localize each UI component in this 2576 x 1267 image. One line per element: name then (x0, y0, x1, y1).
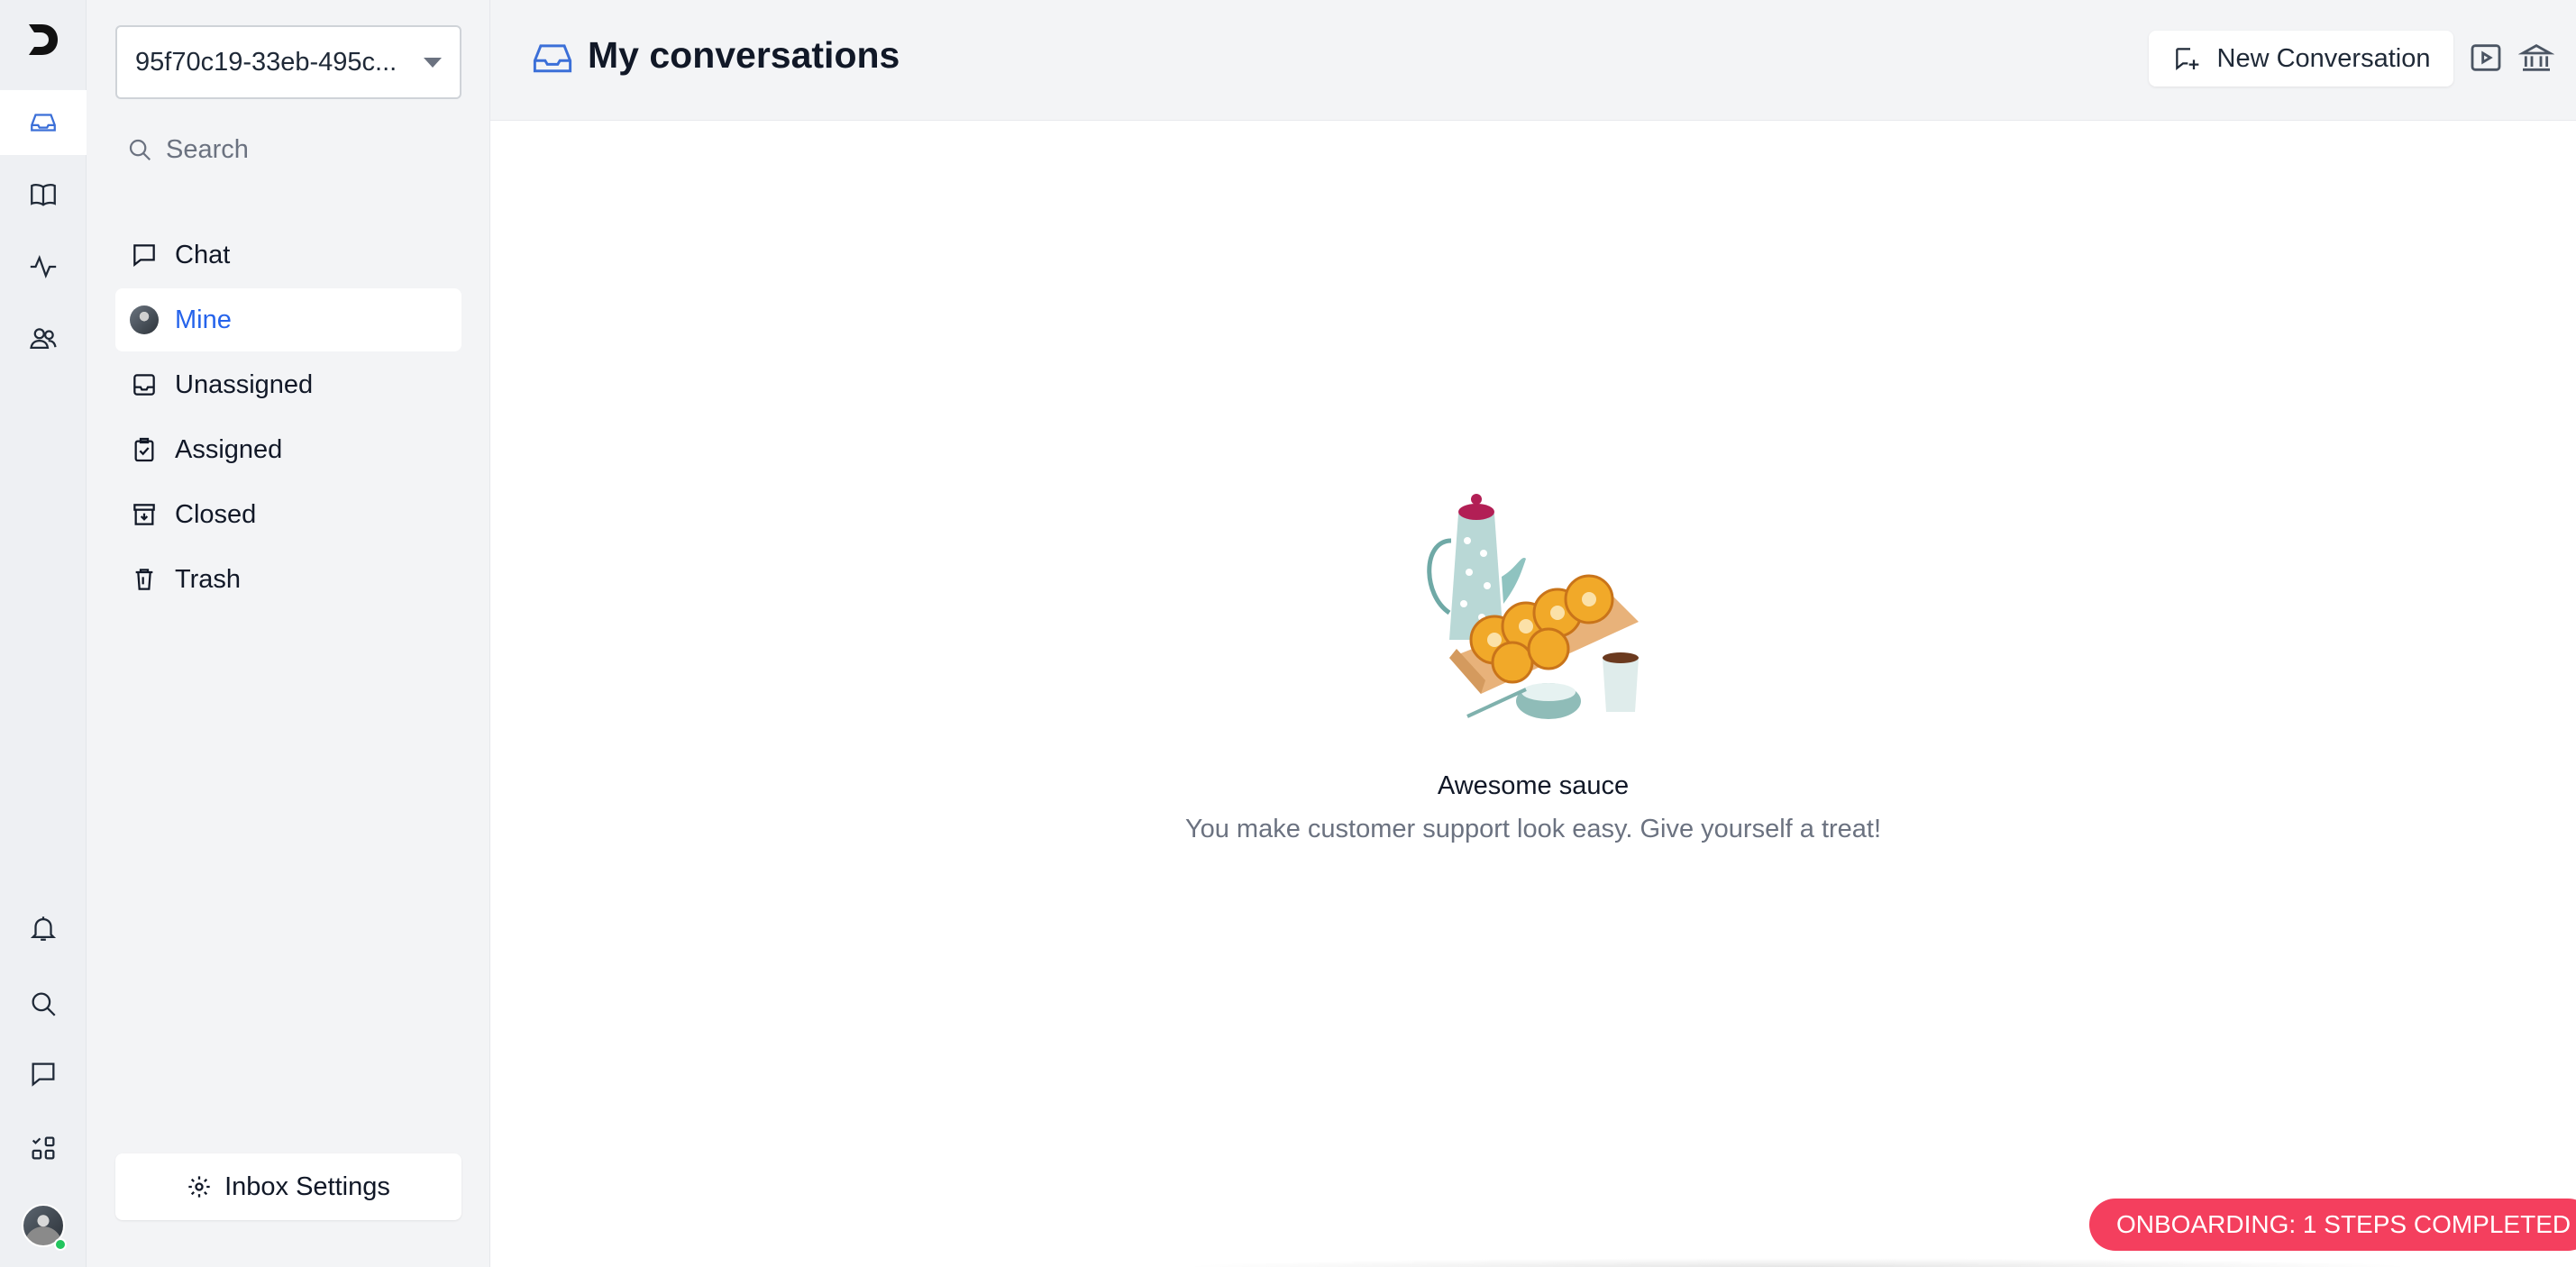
chevron-down-icon (424, 57, 442, 68)
account-select-value: 95f70c19-33eb-495c... (135, 47, 397, 77)
empty-state-title: Awesome sauce (1437, 771, 1630, 800)
account-select[interactable]: 95f70c19-33eb-495c... (115, 25, 461, 99)
sidebar-item-closed[interactable]: Closed (115, 483, 461, 546)
search-icon (129, 139, 151, 161)
app-logo-icon[interactable] (25, 22, 61, 58)
book-icon[interactable] (0, 162, 87, 227)
page-title: My conversations (588, 34, 900, 76)
online-status-dot (54, 1238, 67, 1251)
onboarding-label: ONBOARDING: 1 STEPS COMPLETED (2116, 1210, 2571, 1238)
chat-bubble-icon (133, 244, 155, 268)
clipboard-check-icon (134, 437, 154, 462)
empty-state-subtitle: You make customer support look easy. Giv… (1184, 815, 1882, 843)
main-content: My conversations New Conversation Awesom… (490, 0, 2576, 1267)
new-conversation-button[interactable]: New Conversation (2149, 31, 2453, 87)
video-play-icon[interactable] (2468, 40, 2504, 76)
main-header: My conversations New Conversation (490, 0, 2576, 121)
sidebar-item-label: Assigned (175, 434, 283, 464)
inbox-icon[interactable] (0, 90, 87, 155)
users-icon[interactable] (0, 306, 87, 371)
inbox-settings-label: Inbox Settings (224, 1171, 390, 1201)
trash-icon (135, 569, 153, 590)
sidebar-search[interactable]: Search (126, 126, 461, 173)
sidebar-item-mine[interactable]: Mine (115, 288, 461, 351)
avatar (130, 305, 159, 334)
new-conversation-label: New Conversation (2216, 43, 2431, 73)
bell-icon[interactable] (0, 896, 87, 961)
new-chat-icon (2175, 48, 2198, 71)
inbox-sidebar: 95f70c19-33eb-495c... Search Chat Mine U… (87, 0, 490, 1267)
icon-rail (0, 0, 87, 1267)
gear-icon (188, 1176, 210, 1198)
inbox-settings-button[interactable]: Inbox Settings (115, 1153, 461, 1220)
archive-icon (133, 504, 155, 525)
chat-icon[interactable] (0, 1042, 87, 1107)
sidebar-item-label: Unassigned (175, 369, 314, 399)
treat-illustration-icon (1427, 494, 1639, 719)
inbox-tray-icon (133, 374, 155, 396)
apps-icon[interactable] (0, 1116, 87, 1180)
bank-icon[interactable] (2518, 40, 2554, 76)
sidebar-item-label: Closed (175, 499, 257, 529)
bottom-shadow (1175, 1258, 2419, 1267)
search-label: Search (166, 134, 249, 164)
search-icon[interactable] (0, 971, 87, 1036)
sidebar-item-label: Chat (175, 240, 231, 269)
activity-icon[interactable] (0, 234, 87, 299)
sidebar-item-assigned[interactable]: Assigned (115, 418, 461, 481)
sidebar-item-label: Mine (175, 305, 232, 334)
sidebar-item-chat[interactable]: Chat (115, 223, 461, 287)
sidebar-item-trash[interactable]: Trash (115, 548, 461, 611)
onboarding-badge[interactable]: ONBOARDING: 1 STEPS COMPLETED (2089, 1199, 2576, 1251)
sidebar-item-unassigned[interactable]: Unassigned (115, 353, 461, 416)
sidebar-item-label: Trash (175, 564, 242, 594)
inbox-icon (533, 44, 572, 73)
